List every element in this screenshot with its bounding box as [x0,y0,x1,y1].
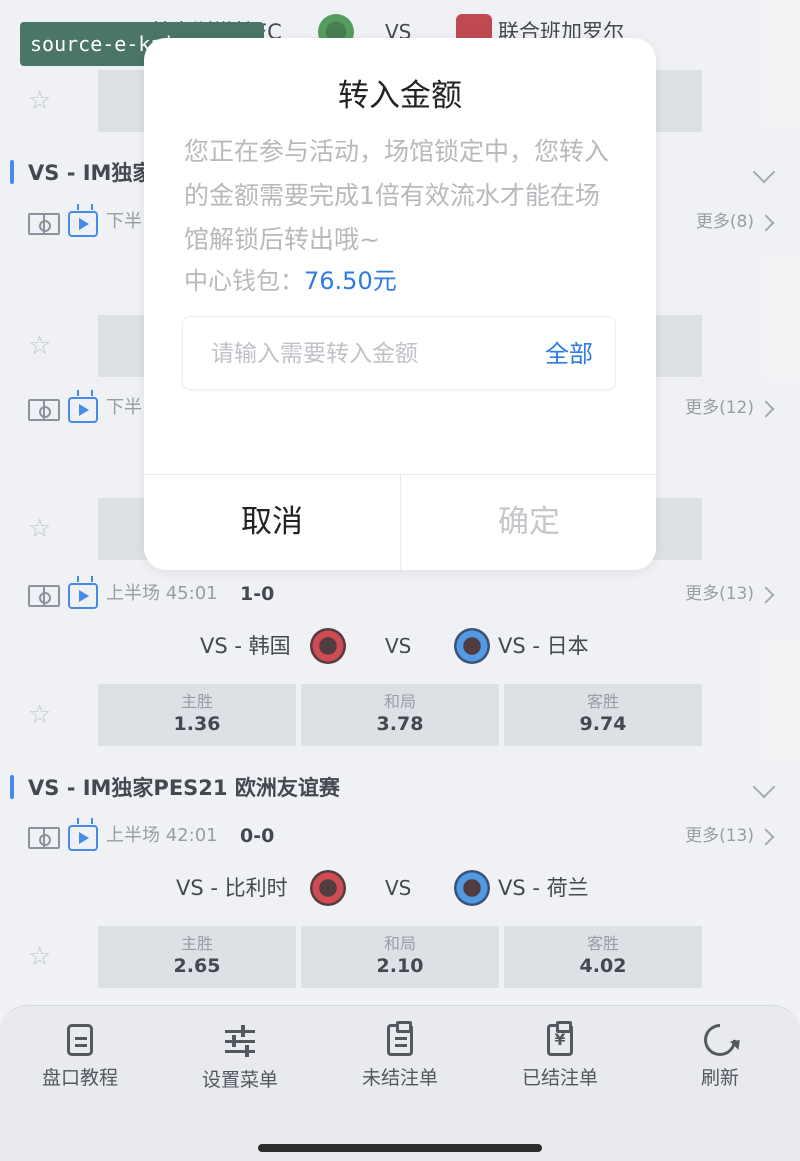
transfer-dialog: 转入金额 您正在参与活动，场馆锁定中，您转入的金额需要完成1倍有效流水才能在场馆… [144,38,656,570]
dialog-message: 您正在参与活动，场馆锁定中，您转入的金额需要完成1倍有效流水才能在场馆解锁后转出… [184,137,610,254]
cancel-button[interactable]: 取消 [144,475,400,570]
wallet-label: 中心钱包： [184,267,304,295]
dialog-title: 转入金额 [338,78,462,114]
all-amount-button[interactable]: 全部 [545,335,593,373]
confirm-button[interactable]: 确定 [401,475,656,570]
amount-input[interactable] [211,335,511,373]
wallet-balance: 中心钱包：76.50元 [184,263,397,299]
amount-field: 全部 [182,316,616,390]
wallet-amount: 76.50元 [304,267,397,295]
